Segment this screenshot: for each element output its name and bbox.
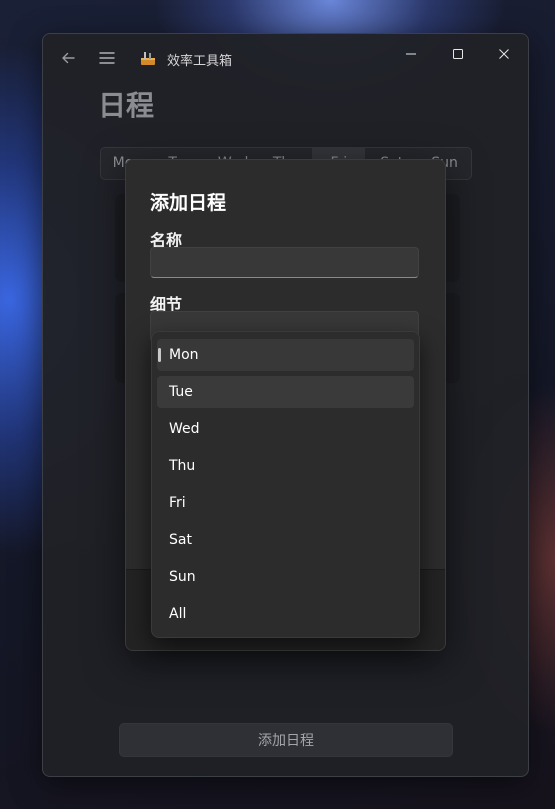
minimize-button[interactable] [396, 40, 426, 68]
option-label: Wed [169, 421, 200, 437]
option-label: Sun [169, 569, 196, 585]
hamburger-menu-icon[interactable] [99, 51, 115, 68]
page-title: 日程 [98, 89, 155, 122]
dropdown-option-mon[interactable]: Mon [157, 339, 414, 371]
minimize-icon [406, 53, 416, 55]
title-bar: 效率工具箱 [43, 34, 528, 82]
selection-indicator [158, 348, 161, 362]
dialog-title: 添加日程 [150, 192, 227, 214]
dropdown-option-all[interactable]: All [157, 598, 414, 630]
add-schedule-button[interactable]: 添加日程 [119, 723, 453, 757]
maximize-icon [453, 49, 463, 59]
toolbox-app-icon [139, 49, 157, 70]
back-arrow-icon[interactable] [60, 50, 76, 69]
dropdown-option-sat[interactable]: Sat [157, 524, 414, 556]
option-label: Fri [169, 495, 186, 511]
day-dropdown-list: Mon Tue Wed Thu Fri Sat Sun All [151, 331, 420, 638]
dropdown-option-fri[interactable]: Fri [157, 487, 414, 519]
maximize-button[interactable] [443, 40, 473, 68]
option-label: All [169, 606, 187, 622]
name-input[interactable] [150, 247, 419, 278]
app-title: 效率工具箱 [167, 54, 233, 69]
close-button[interactable] [489, 40, 519, 68]
close-icon [499, 49, 509, 59]
option-label: Thu [169, 458, 196, 474]
option-label: Sat [169, 532, 192, 548]
dropdown-option-thu[interactable]: Thu [157, 450, 414, 482]
dropdown-option-wed[interactable]: Wed [157, 413, 414, 445]
option-label: Tue [169, 384, 193, 400]
dropdown-option-sun[interactable]: Sun [157, 561, 414, 593]
dropdown-option-tue[interactable]: Tue [157, 376, 414, 408]
option-label: Mon [169, 347, 199, 363]
